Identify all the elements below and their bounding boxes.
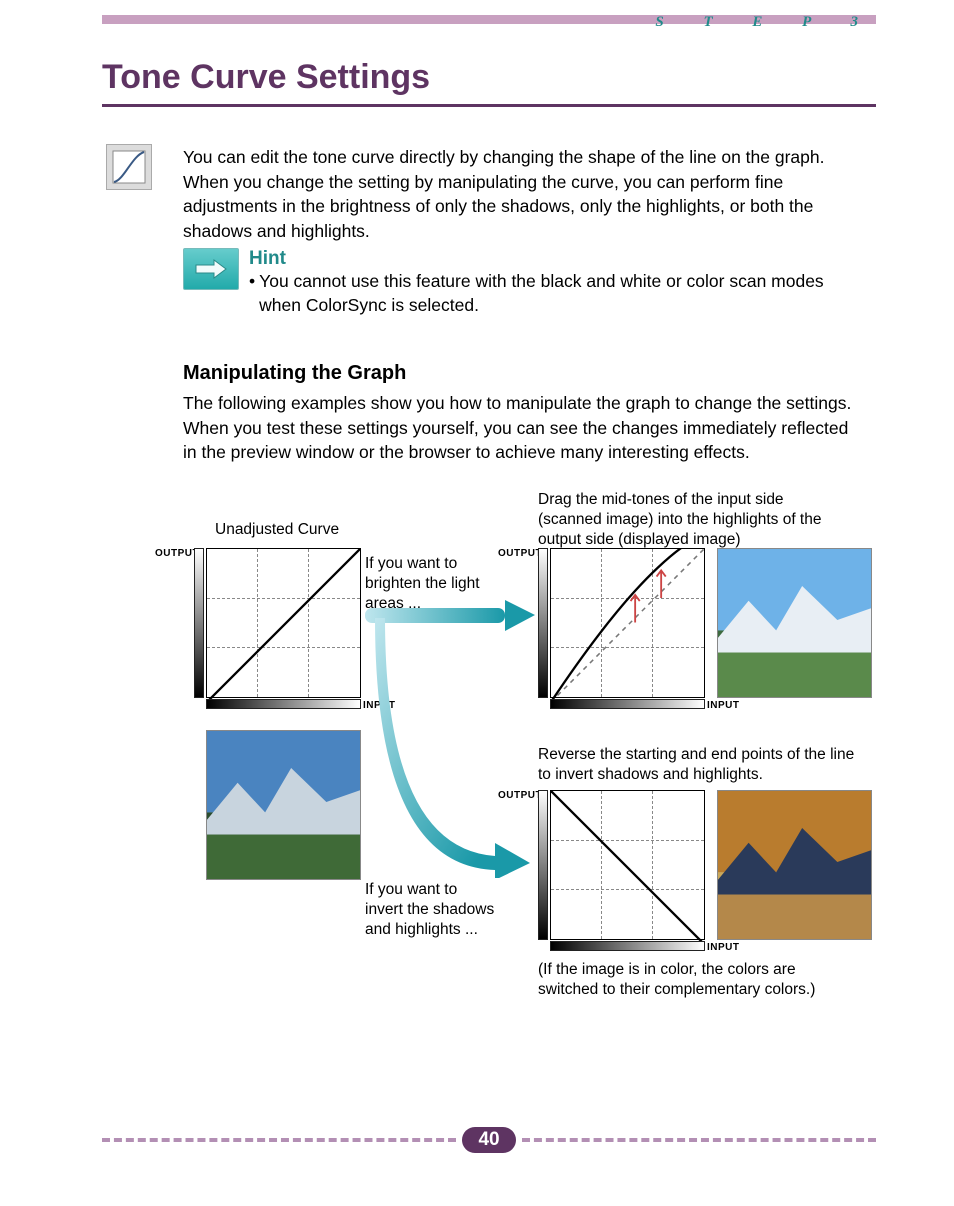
caption-drag-mid: Drag the mid-tones of the input side (sc… [538, 490, 838, 550]
page-footer: 40 [102, 1126, 876, 1154]
graph-brighten [550, 548, 705, 698]
tone-curve-icon [106, 144, 152, 190]
footer-dashes-left [102, 1138, 456, 1142]
photo-inverted [717, 790, 872, 940]
caption-unadjusted: Unadjusted Curve [215, 520, 339, 540]
gradient-vertical-1 [194, 548, 204, 698]
caption-invert: If you want to invert the shadows and hi… [365, 880, 495, 940]
gradient-vertical-3 [538, 790, 548, 940]
hint-title: Hint [183, 248, 854, 270]
page-title: Tone Curve Settings [102, 58, 430, 97]
graph-unadjusted [206, 548, 361, 698]
graph-invert [550, 790, 705, 940]
photo-brightened [717, 548, 872, 698]
footer-dashes-right [522, 1138, 876, 1142]
page-number: 40 [462, 1127, 515, 1153]
hint-arrow-icon [183, 248, 239, 290]
axis-input-2: INPUT [707, 700, 740, 711]
hint-block: Hint • You cannot use this feature with … [183, 248, 854, 317]
step-label: S T E P 3 [645, 14, 876, 31]
diagram-area: Unadjusted Curve OUTPUT INPUT If you wan… [140, 490, 876, 1010]
axis-input-3: INPUT [707, 942, 740, 953]
hint-bullet: • [249, 270, 255, 317]
gradient-vertical-2 [538, 548, 548, 698]
section-heading: Manipulating the Graph [183, 362, 406, 385]
axis-output-1: OUTPUT [155, 548, 199, 559]
gradient-horizontal-3 [550, 941, 705, 951]
caption-reverse: Reverse the starting and end points of t… [538, 745, 858, 785]
axis-output-2: OUTPUT [498, 548, 542, 559]
intro-text: You can edit the tone curve directly by … [183, 145, 854, 243]
hint-bullet-text: You cannot use this feature with the bla… [259, 270, 854, 317]
gradient-horizontal-1 [206, 699, 361, 709]
gradient-horizontal-2 [550, 699, 705, 709]
hint-text: • You cannot use this feature with the b… [249, 270, 854, 317]
section-desc: The following examples show you how to m… [183, 391, 854, 465]
page: S T E P 3 Tone Curve Settings You can ed… [0, 0, 954, 1206]
caption-complementary: (If the image is in color, the colors ar… [538, 960, 858, 1000]
arrow-invert [375, 618, 535, 878]
title-underline [102, 104, 876, 107]
photo-normal [206, 730, 361, 880]
